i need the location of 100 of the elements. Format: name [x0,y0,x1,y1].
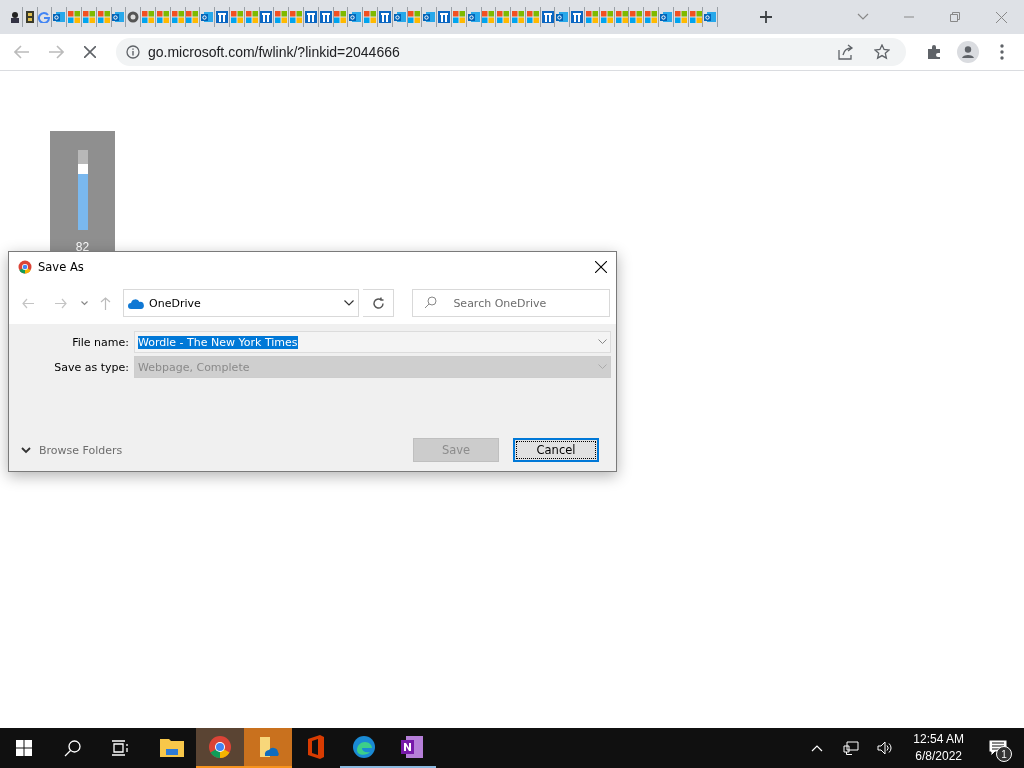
mail-app-icon [556,11,569,23]
address-bar[interactable]: go.microsoft.com/fwlink/?linkid=2044666 [116,38,906,66]
browse-folders-toggle[interactable]: Browse Folders [21,443,123,457]
windows-logo-icon [674,11,687,23]
windows-logo-icon [334,11,347,23]
mail-app-icon [393,11,406,23]
building-icon [571,11,584,23]
browser-tab[interactable] [215,7,230,27]
browser-tab[interactable] [377,7,393,27]
refresh-icon [371,296,385,310]
windows-logo-icon [68,11,81,23]
browser-tab[interactable] [8,7,23,27]
restore-icon [950,12,960,22]
clock[interactable]: 12:54 AM 6/8/2022 [905,731,972,765]
building-icon [319,11,332,23]
browser-tab[interactable] [259,7,275,27]
browser-tab[interactable] [318,7,334,27]
office-icon [306,735,326,759]
windows-logo-icon [364,11,376,23]
chrome-icon [208,735,232,759]
refresh-button[interactable] [363,289,395,317]
google-g-icon [38,11,51,23]
dialog-button[interactable]: Cancel [513,438,599,462]
task-view-icon [111,740,129,756]
windows-logo-icon [186,11,199,23]
browser-tab[interactable] [126,7,142,27]
chevron-down-icon [81,300,89,306]
folder-icon [160,737,184,757]
windows-logo-icon [245,11,258,23]
mail-app-icon [659,11,672,23]
search-field[interactable]: Search OneDrive [412,289,610,317]
windows-logo-icon [630,11,643,23]
windows-logo-icon [452,11,465,23]
mail-app-icon [467,11,480,23]
chevron-down-icon [857,13,869,21]
windows-logo-icon [171,11,184,23]
volume-reading: 82 [75,240,90,254]
speaker-icon [877,741,894,755]
forward-arrow-icon [53,297,67,309]
cloud-icon [128,297,145,309]
building-icon [378,11,391,23]
chrome-icon [18,260,32,274]
windows-logo-icon [600,11,613,23]
up-arrow-icon [99,296,111,310]
url-text: go.microsoft.com/fwlink/?linkid=2044666 [148,44,401,60]
notebook-icon [400,735,424,759]
location-field[interactable]: OneDrive [123,289,360,317]
windows-logo-icon [290,11,303,23]
close-icon [84,46,96,58]
browser-tab[interactable] [303,7,319,27]
browser-tab[interactable] [540,7,556,27]
back-arrow-icon [14,45,30,59]
person-icon [957,41,979,63]
chevron-down-icon [21,446,31,454]
windows-logo-icon [512,11,524,23]
puzzle-icon [926,44,942,60]
mail-app-icon [201,11,214,23]
back-arrow-icon [22,297,36,309]
windows-logo-icon [482,11,495,23]
windows-logo-icon [615,11,628,23]
windows-logo-icon [230,11,243,23]
chevron-down-icon [344,300,355,306]
edge-icon [352,735,376,759]
browser-tab[interactable] [437,7,452,27]
close-icon [595,261,607,273]
menu-icon [1000,44,1004,60]
share-icon [838,44,854,60]
info-icon [126,45,140,59]
forward-arrow-icon [48,45,64,59]
windows-logo-icon [16,740,32,756]
close-icon [995,11,1007,23]
chevron-down-icon [598,339,607,345]
minimize-icon [904,16,914,18]
windows-logo-icon [82,11,95,23]
building-icon [304,11,317,23]
notifications-button[interactable]: 1 [978,728,1018,768]
windows-logo-icon [497,11,510,23]
building-icon [260,11,273,23]
windows-logo-icon [142,11,155,23]
profile-button[interactable] [954,38,982,66]
dropdown-field[interactable]: Wordle - The New York Times [134,331,611,353]
chevron-up-icon [811,744,824,752]
chevron-down-icon [598,364,607,370]
mail-app-icon [53,11,66,23]
field-label: Save as type: [53,360,130,374]
mail-app-icon [704,11,717,23]
mail-app-icon [349,11,362,23]
windows-logo-icon [97,11,110,23]
windows-logo-icon [526,11,539,23]
browser-tab[interactable] [570,7,586,27]
windows-logo-icon [689,11,702,23]
plus-icon [759,10,774,24]
windows-logo-icon [585,11,598,23]
mail-app-icon [112,11,125,23]
windows-logo-icon [156,11,169,23]
windows-logo-icon [645,11,658,23]
building-icon [438,11,450,23]
mail-app-icon [423,11,436,23]
film-icon [23,11,36,23]
search-icon [424,296,438,309]
